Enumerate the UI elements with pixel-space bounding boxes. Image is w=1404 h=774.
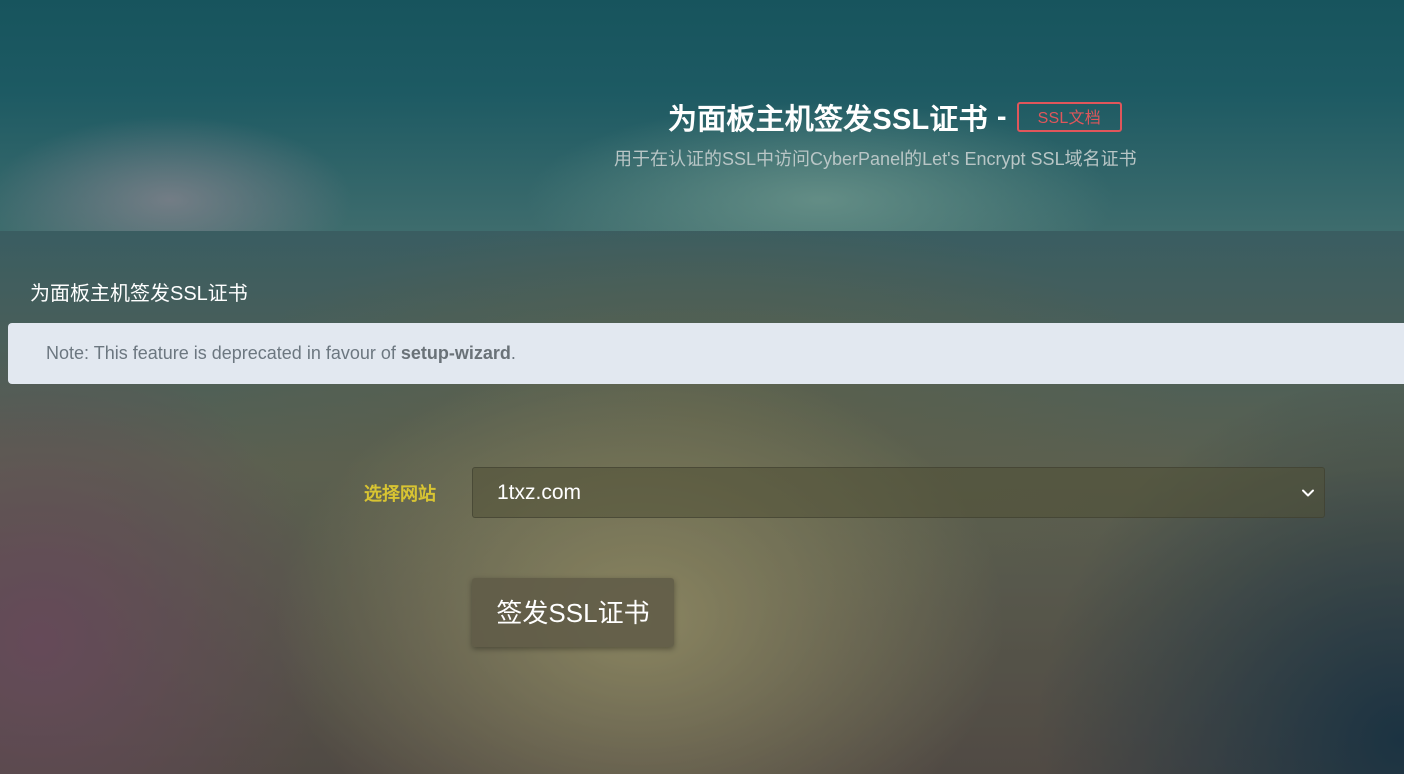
website-select[interactable]: 1txz.com: [472, 467, 1325, 518]
chevron-down-icon: [1302, 489, 1314, 497]
page-header: 为面板主机签发SSL证书 - SSL文档 用于在认证的SSL中访问CyberPa…: [0, 0, 1404, 231]
note-text: Note: This feature is deprecated in favo…: [46, 343, 401, 363]
page-subtitle: 用于在认证的SSL中访问CyberPanel的Let's Encrypt SSL…: [614, 149, 1137, 169]
setup-wizard-link[interactable]: setup-wizard: [401, 343, 511, 363]
page-title: 为面板主机签发SSL证书 - SSL文档: [668, 96, 1122, 138]
website-select-value: 1txz.com: [497, 481, 582, 504]
panel-title: 为面板主机签发SSL证书: [30, 283, 248, 305]
note-suffix: .: [510, 343, 516, 363]
title-separator: -: [996, 100, 1007, 133]
ssl-docs-link[interactable]: SSL文档: [1016, 102, 1122, 132]
issue-ssl-button[interactable]: 签发SSL证书: [472, 578, 674, 647]
website-select-label: 选择网站: [364, 484, 436, 504]
page-title-text: 为面板主机签发SSL证书: [668, 104, 988, 136]
deprecation-note: Note: This feature is deprecated in favo…: [8, 323, 1404, 384]
